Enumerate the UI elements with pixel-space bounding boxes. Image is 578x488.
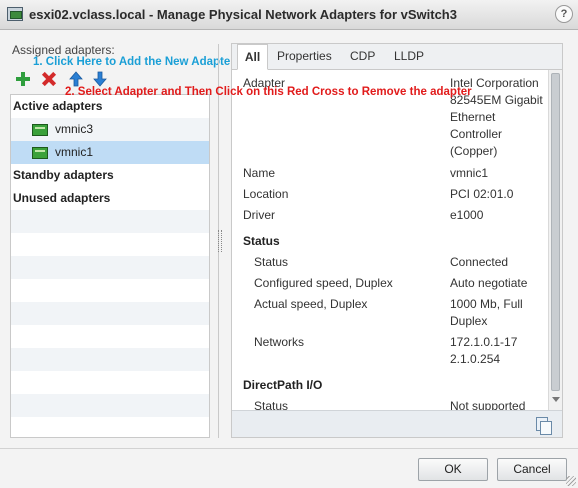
scroll-down-arrow-icon[interactable] bbox=[552, 397, 560, 402]
red-cross-icon[interactable] bbox=[41, 71, 57, 87]
tab-lldp[interactable]: LLDP bbox=[394, 44, 424, 70]
group-standby-adapters: Standby adapters bbox=[11, 164, 209, 187]
status-label: Status bbox=[254, 255, 289, 269]
actual-speed-label: Actual speed, Duplex bbox=[254, 297, 368, 311]
adapter-name: vmnic1 bbox=[55, 145, 94, 159]
status-section-title: Status bbox=[243, 234, 280, 248]
network-adapter-icon bbox=[7, 7, 23, 21]
adapter-name: vmnic3 bbox=[55, 122, 94, 136]
properties-content: Adapter Intel Corporation 82545EM Gigabi… bbox=[232, 70, 548, 410]
tab-cdp[interactable]: CDP bbox=[350, 44, 375, 70]
ok-button[interactable]: OK bbox=[418, 458, 488, 481]
tab-properties[interactable]: Properties bbox=[277, 44, 332, 70]
group-active-adapters: Active adapters bbox=[11, 95, 209, 118]
directpath-status-value: Not supported bbox=[450, 399, 526, 410]
directpath-status-label: Status bbox=[254, 399, 289, 410]
location-label: Location bbox=[243, 187, 289, 201]
blue-arrow-down-icon[interactable] bbox=[92, 71, 108, 87]
details-scrollbar[interactable] bbox=[548, 70, 562, 410]
tab-all[interactable]: All bbox=[237, 44, 268, 70]
scrollbar-thumb[interactable] bbox=[551, 73, 560, 391]
title-bar: esxi02.vclass.local - Manage Physical Ne… bbox=[0, 0, 578, 30]
networks-value: 172.1.0.1-172.1.0.254 bbox=[450, 335, 518, 366]
blue-arrow-up-icon[interactable] bbox=[68, 71, 84, 87]
cancel-button[interactable]: Cancel bbox=[497, 458, 567, 481]
details-tabs: All Properties CDP LLDP bbox=[232, 44, 562, 70]
resize-grip[interactable] bbox=[566, 476, 576, 486]
group-unused-adapters: Unused adapters bbox=[11, 187, 209, 210]
adapter-details-panel: All Properties CDP LLDP Adapter Intel Co… bbox=[231, 43, 563, 438]
location-value: PCI 02:01.0 bbox=[450, 187, 514, 201]
assigned-adapters-list[interactable]: Active adapters vmnic3 vmnic1 Standby ad… bbox=[10, 94, 210, 438]
details-footer bbox=[232, 410, 562, 437]
splitter-grip[interactable] bbox=[218, 230, 222, 252]
status-value: Connected bbox=[450, 255, 509, 269]
annotation-remove-instruction: 2. Select Adapter and Then Click on this… bbox=[65, 86, 472, 98]
directpath-section-title: DirectPath I/O bbox=[243, 378, 323, 392]
driver-label: Driver bbox=[243, 208, 275, 222]
nic-icon bbox=[32, 147, 48, 159]
window-title: esxi02.vclass.local - Manage Physical Ne… bbox=[29, 7, 457, 22]
help-button[interactable]: ? bbox=[555, 5, 573, 23]
configured-speed-label: Configured speed, Duplex bbox=[254, 276, 393, 290]
assigned-adapters-label: Assigned adapters: bbox=[12, 43, 115, 57]
driver-value: e1000 bbox=[450, 208, 484, 222]
copy-icon[interactable] bbox=[536, 417, 552, 435]
annotation-add-instruction: 1. Click Here to Add the New Adapter bbox=[33, 56, 235, 68]
name-label: Name bbox=[243, 166, 276, 180]
configured-speed-value: Auto negotiate bbox=[450, 276, 528, 290]
bottom-separator bbox=[0, 448, 578, 449]
adapter-row-vmnic3[interactable]: vmnic3 bbox=[11, 118, 209, 141]
name-value: vmnic1 bbox=[450, 166, 489, 180]
actual-speed-value: 1000 Mb, Full Duplex bbox=[450, 297, 523, 328]
adapter-row-vmnic1[interactable]: vmnic1 bbox=[11, 141, 209, 164]
green-plus-icon[interactable] bbox=[15, 71, 31, 87]
nic-icon bbox=[32, 124, 48, 136]
networks-label: Networks bbox=[254, 335, 305, 349]
